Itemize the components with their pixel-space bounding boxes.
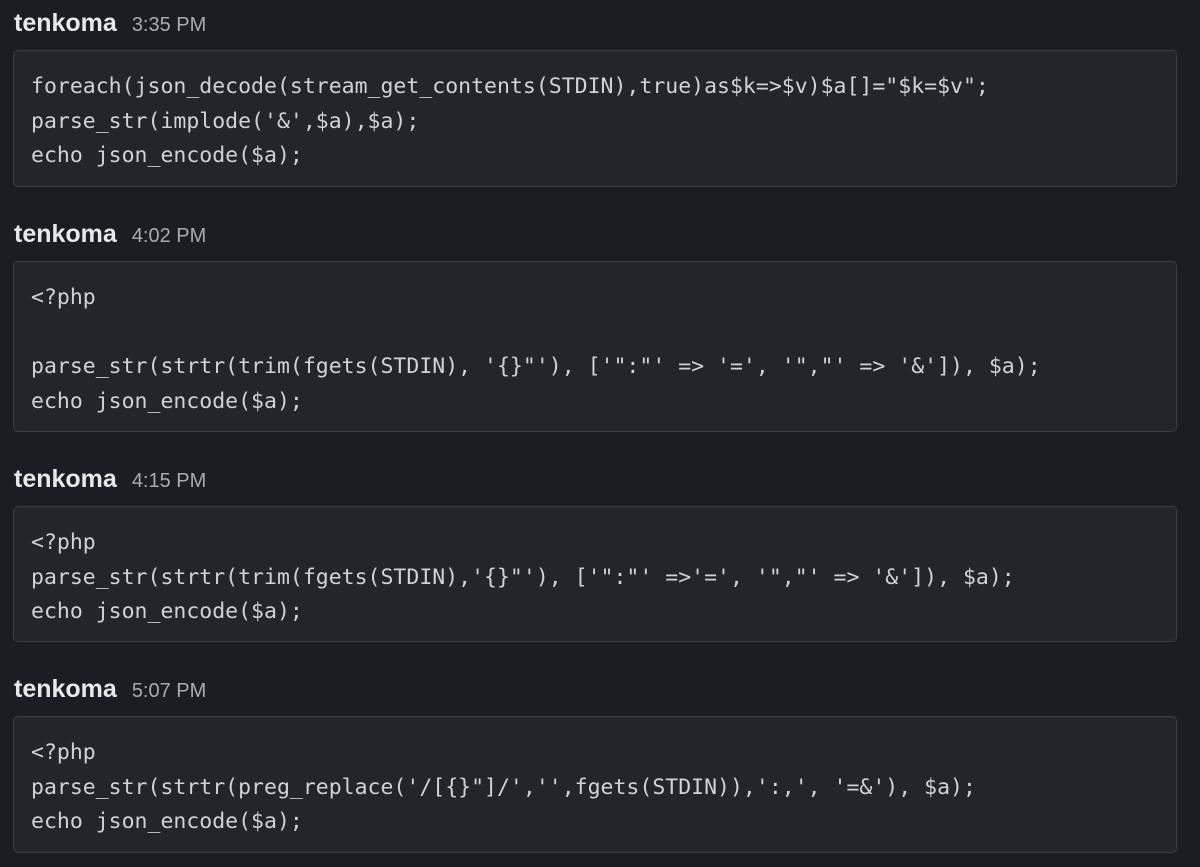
message-header: tenkoma 4:02 PM: [14, 217, 206, 251]
sender-name[interactable]: tenkoma: [14, 672, 117, 706]
message-header: tenkoma 3:35 PM: [14, 6, 206, 40]
message-header: tenkoma 4:15 PM: [14, 462, 206, 496]
code-line: echo json_encode($a);: [31, 388, 303, 414]
sender-name[interactable]: tenkoma: [14, 217, 117, 251]
code-line: parse_str(strtr(preg_replace('/[{}"]/','…: [31, 774, 976, 800]
code-line: parse_str(strtr(trim(fgets(STDIN), '{}"'…: [31, 354, 1041, 379]
code-line: echo json_encode($a);: [31, 599, 303, 624]
code-block: <?php parse_str(strtr(trim(fgets(STDIN),…: [13, 261, 1177, 432]
sender-name[interactable]: tenkoma: [14, 462, 117, 496]
code-line: <?php: [31, 740, 96, 765]
code-line: foreach(json_decode(stream_get_contents(…: [31, 74, 989, 99]
message-timestamp[interactable]: 3:35 PM: [132, 8, 206, 42]
code-line: <?php: [31, 530, 96, 555]
message-timestamp[interactable]: 4:02 PM: [132, 219, 206, 253]
code-line: parse_str(implode('&',$a),$a);: [31, 108, 420, 134]
message-header: tenkoma 5:07 PM: [14, 672, 206, 706]
code-line: echo json_encode($a);: [31, 143, 303, 168]
message-timestamp[interactable]: 4:15 PM: [132, 464, 206, 498]
code-block: foreach(json_decode(stream_get_contents(…: [13, 50, 1177, 187]
code-line: <?php: [31, 285, 96, 310]
message-timestamp[interactable]: 5:07 PM: [132, 674, 206, 708]
code-block: <?php parse_str(strtr(trim(fgets(STDIN),…: [13, 506, 1177, 642]
code-line: echo json_encode($a);: [31, 809, 303, 834]
code-block: <?php parse_str(strtr(preg_replace('/[{}…: [13, 716, 1177, 853]
sender-name[interactable]: tenkoma: [14, 6, 117, 40]
code-line: parse_str(strtr(trim(fgets(STDIN),'{}"')…: [31, 564, 1015, 590]
